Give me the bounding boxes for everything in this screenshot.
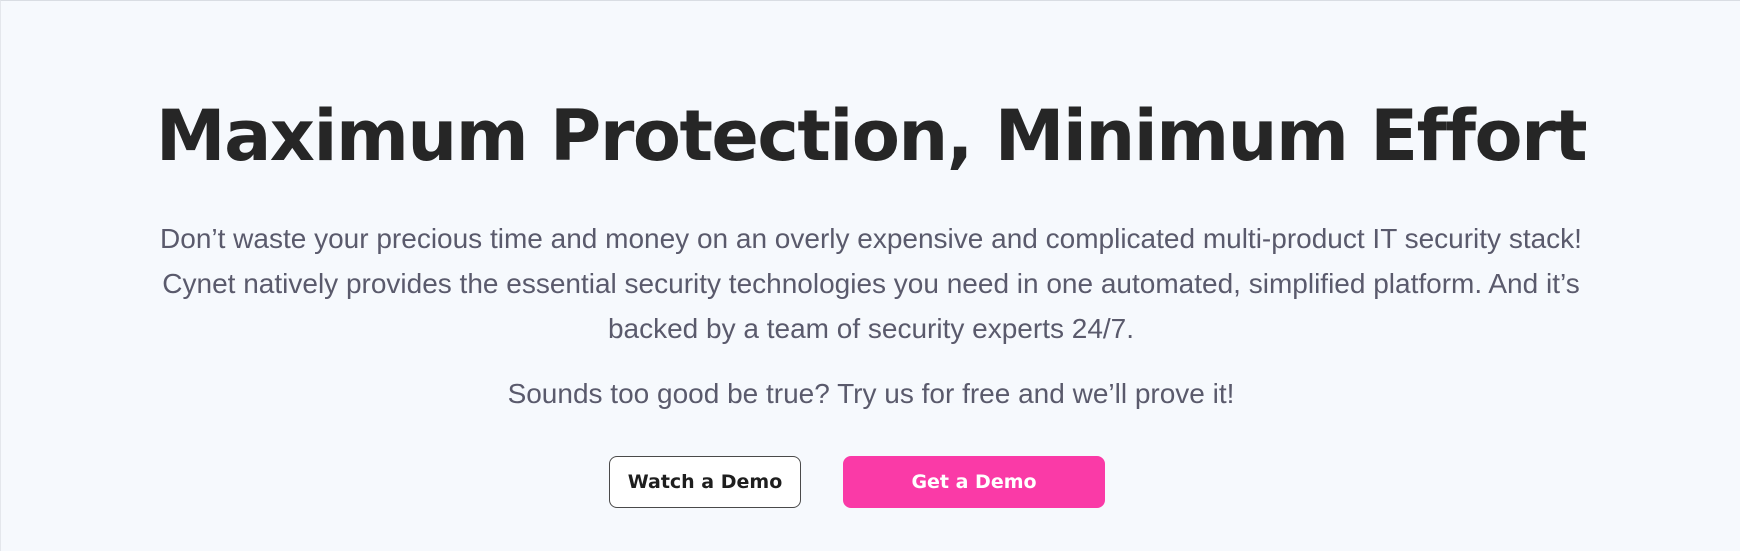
hero-section: Maximum Protection, Minimum Effort Don’t… — [1, 1, 1740, 552]
hero-description: Don’t waste your precious time and money… — [160, 223, 1582, 344]
hero-tagline: Sounds too good be true? Try us for free… — [507, 378, 1235, 409]
watch-demo-button[interactable]: Watch a Demo — [609, 456, 801, 508]
hero-headline: Maximum Protection, Minimum Effort — [155, 95, 1588, 177]
get-demo-button[interactable]: Get a Demo — [843, 456, 1105, 508]
page: Maximum Protection, Minimum Effort Don’t… — [0, 0, 1740, 551]
